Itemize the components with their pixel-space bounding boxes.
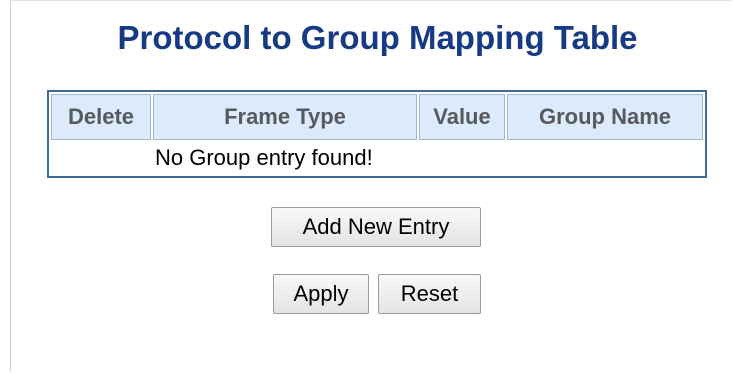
page-title: Protocol to Group Mapping Table xyxy=(117,19,638,56)
column-header-value: Value xyxy=(419,94,505,140)
column-header-group-name: Group Name xyxy=(507,94,703,140)
add-new-entry-button[interactable]: Add New Entry xyxy=(271,207,481,247)
table-header-row: Delete Frame Type Value Group Name xyxy=(51,94,703,140)
table-row: No Group entry found! xyxy=(51,142,703,174)
empty-table-message: No Group entry found! xyxy=(155,145,373,170)
apply-button[interactable]: Apply xyxy=(273,274,369,314)
protocol-group-mapping-table: Delete Frame Type Value Group Name No Gr… xyxy=(47,90,707,178)
column-header-delete: Delete xyxy=(51,94,151,140)
reset-button[interactable]: Reset xyxy=(378,274,481,314)
column-header-frame-type: Frame Type xyxy=(153,94,417,140)
